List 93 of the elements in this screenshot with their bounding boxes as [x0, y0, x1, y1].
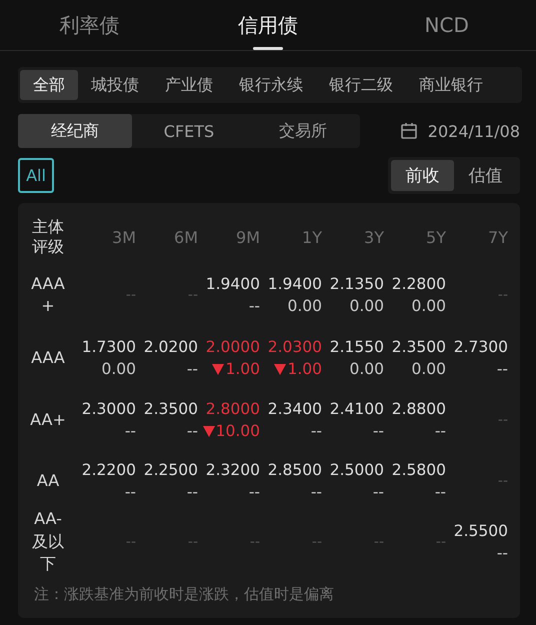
change-value: 1.00: [287, 360, 322, 378]
change-value: --: [496, 544, 508, 562]
change-value: --: [186, 360, 198, 378]
rating-label: AAA+: [30, 272, 66, 317]
yield-value: 2.8800: [392, 400, 446, 418]
yield-value: 2.8500: [268, 461, 322, 479]
change-value: 0.00: [349, 360, 384, 378]
yield-value: 2.5000: [330, 461, 384, 479]
table-cell: --: [498, 412, 508, 428]
tab[interactable]: 信用债: [178, 0, 358, 50]
source-option[interactable]: 交易所: [246, 114, 360, 148]
change-value: --: [186, 483, 198, 501]
column-header: 6M: [174, 228, 198, 246]
yield-value: 2.3400: [268, 400, 322, 418]
change-value: --: [372, 483, 384, 501]
all-button[interactable]: All: [18, 158, 54, 193]
yield-value: 2.2500: [144, 461, 198, 479]
table-cell: --: [126, 287, 136, 303]
tab[interactable]: 利率债: [0, 0, 179, 50]
change-value: --: [310, 422, 322, 440]
change-value: --: [124, 422, 136, 440]
column-header: 主体评级: [31, 217, 65, 257]
yield-value: 2.4100: [330, 400, 384, 418]
yield-value: 1.7300: [82, 338, 136, 356]
category-chip[interactable]: 产业债: [152, 70, 226, 100]
calendar-icon[interactable]: [400, 122, 418, 140]
source-option[interactable]: 经纪商: [18, 114, 132, 148]
down-triangle-icon: [274, 364, 286, 374]
basis-option[interactable]: 估值: [454, 160, 517, 191]
category-chip[interactable]: 银行二级: [316, 70, 406, 100]
table-cell: --: [126, 534, 136, 550]
change-value: --: [496, 360, 508, 378]
change-value: --: [248, 297, 260, 315]
rating-label: AA-及以下: [31, 508, 65, 576]
column-header: 9M: [236, 228, 260, 246]
source-option[interactable]: CFETS: [132, 114, 246, 148]
yield-value: 2.2200: [82, 461, 136, 479]
column-header: 7Y: [488, 228, 508, 246]
table-cell: --: [188, 287, 198, 303]
yield-value: 2.3500: [144, 400, 198, 418]
down-triangle-icon: [212, 364, 224, 374]
note-text: 注：涨跌基准为前收时是涨跌，估值时是偏离: [34, 585, 335, 604]
date-text[interactable]: 2024/11/08: [428, 122, 520, 140]
column-header: 5Y: [426, 228, 446, 246]
column-header: 3Y: [364, 228, 384, 246]
table-cell: --: [498, 473, 508, 489]
table-cell: --: [188, 534, 198, 550]
change-value: 1.00: [225, 360, 260, 378]
rating-label: AA+: [30, 408, 66, 431]
change-value: --: [372, 422, 384, 440]
yield-value: 2.0300: [268, 338, 322, 356]
yield-value: 2.0200: [144, 338, 198, 356]
yield-value: 2.3000: [82, 400, 136, 418]
category-chip[interactable]: 商业银行: [406, 70, 496, 100]
down-triangle-icon: [202, 426, 215, 436]
category-chip[interactable]: 城投债: [78, 70, 152, 100]
change-value: --: [124, 483, 136, 501]
yield-value: 1.9400: [206, 275, 260, 293]
change-value: --: [434, 483, 446, 501]
column-header: 1Y: [302, 228, 322, 246]
change-value: 10.00: [216, 422, 260, 440]
change-value: 0.00: [411, 360, 446, 378]
category-chip[interactable]: 银行永续: [226, 70, 316, 100]
change-value: --: [310, 483, 322, 501]
category-chip[interactable]: 全部: [20, 70, 78, 100]
yield-value: 2.5800: [392, 461, 446, 479]
tab[interactable]: NCD: [357, 0, 536, 50]
rating-label: AA: [36, 470, 60, 492]
table-cell: --: [436, 534, 446, 550]
change-value: 0.00: [411, 297, 446, 315]
yield-value: 2.3200: [206, 461, 260, 479]
change-value: 0.00: [101, 360, 136, 378]
change-value: --: [434, 422, 446, 440]
yield-value: 2.8000: [206, 400, 260, 418]
column-header: 3M: [112, 228, 136, 246]
yield-value: 2.0000: [206, 338, 260, 356]
change-value: --: [186, 422, 198, 440]
yield-value: 2.1350: [330, 275, 384, 293]
yield-value: 2.7300: [454, 338, 508, 356]
table-cell: --: [250, 534, 260, 550]
change-value: 0.00: [287, 297, 322, 315]
yield-value: 2.2800: [392, 275, 446, 293]
change-value: --: [248, 483, 260, 501]
yield-value: 2.5500: [454, 522, 508, 540]
basis-option[interactable]: 前收: [391, 160, 454, 191]
yield-value: 2.3500: [392, 338, 446, 356]
yield-value: 1.9400: [268, 275, 322, 293]
rating-label: AAA: [30, 346, 66, 369]
table-cell: --: [374, 534, 384, 550]
table-cell: --: [312, 534, 322, 550]
table-cell: --: [498, 287, 508, 303]
change-value: 0.00: [349, 297, 384, 315]
yield-value: 2.1550: [330, 338, 384, 356]
